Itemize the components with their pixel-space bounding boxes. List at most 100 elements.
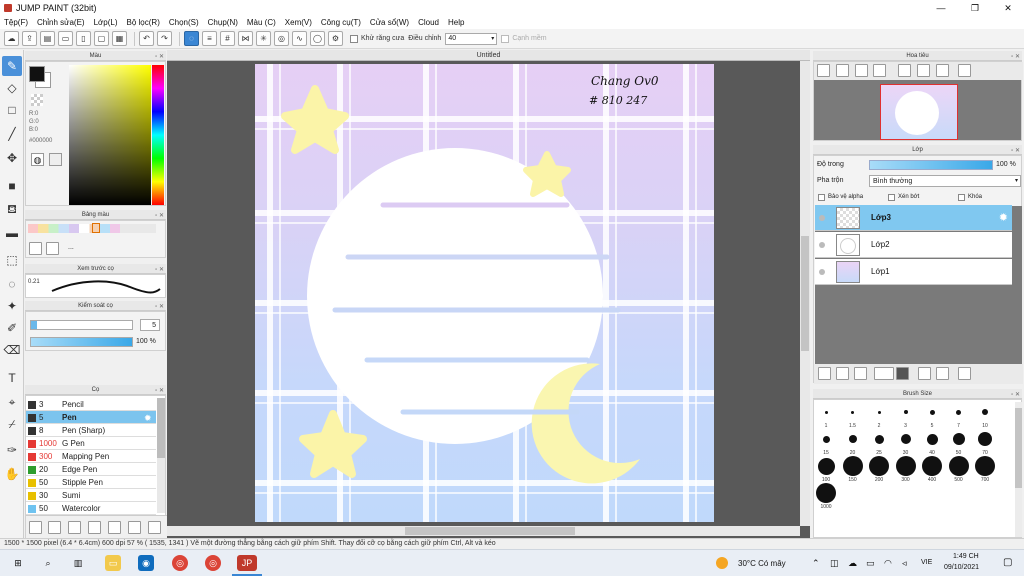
- dropper-icon[interactable]: [49, 153, 62, 166]
- perspective-icon[interactable]: ⋈: [238, 31, 253, 46]
- brush-size-option[interactable]: [817, 457, 835, 475]
- clipping-checkbox[interactable]: [888, 194, 895, 201]
- brush-size-option[interactable]: [869, 456, 889, 476]
- menu-capture[interactable]: Chụp(N): [208, 18, 238, 27]
- primary-color-swatch[interactable]: [29, 66, 45, 82]
- zoom-out-icon[interactable]: [817, 64, 830, 77]
- visibility-icon[interactable]: [819, 215, 825, 221]
- move-tool-icon[interactable]: ✥: [2, 148, 22, 168]
- layer-settings-icon[interactable]: ✹: [999, 211, 1008, 224]
- layer-row-2[interactable]: Lớp2: [815, 232, 1012, 258]
- navigator-thumbnail[interactable]: [880, 84, 958, 140]
- lock-checkbox[interactable]: [958, 194, 965, 201]
- menu-select[interactable]: Chọn(S): [169, 18, 199, 27]
- shape-icon[interactable]: ◯: [310, 31, 325, 46]
- brush-size-slider[interactable]: [30, 320, 133, 330]
- layer-row-1[interactable]: Lớp1: [815, 259, 1012, 285]
- soft-edge-checkbox[interactable]: [501, 34, 510, 43]
- brush-add-icon[interactable]: [48, 521, 61, 534]
- brush-item[interactable]: 50 Watercolor: [26, 502, 156, 515]
- brush-size-scrollbar[interactable]: [1015, 402, 1022, 537]
- search-icon[interactable]: ⌕: [40, 555, 56, 571]
- jump-paint-taskbar-icon[interactable]: JP: [237, 555, 257, 571]
- rotate-right-icon[interactable]: [936, 64, 949, 77]
- volume-icon[interactable]: ◃: [902, 558, 907, 569]
- menu-color[interactable]: Màu (C): [247, 18, 276, 27]
- delete-palette-icon[interactable]: [46, 242, 59, 255]
- chrome-icon[interactable]: ◎: [172, 555, 188, 571]
- brush-delete-icon[interactable]: [148, 521, 161, 534]
- wifi-icon[interactable]: ◠: [884, 558, 892, 569]
- onedrive-icon[interactable]: ☁: [848, 558, 857, 569]
- brush-item[interactable]: 20 Edge Pen: [26, 463, 156, 476]
- visibility-icon[interactable]: [819, 269, 825, 275]
- select-eraser-icon[interactable]: ⌫: [2, 340, 22, 360]
- new-layer-icon[interactable]: [818, 367, 831, 380]
- brush-size-option[interactable]: [922, 456, 942, 476]
- tray-chevron-icon[interactable]: ⌃: [812, 558, 820, 569]
- brush-size-option[interactable]: [895, 456, 916, 476]
- radial-icon[interactable]: ✳: [256, 31, 271, 46]
- brush-size-option[interactable]: [822, 435, 830, 443]
- text-tool-icon[interactable]: T: [2, 368, 22, 388]
- brush-size-option[interactable]: [816, 483, 836, 503]
- brush-item[interactable]: 5 Pen: [26, 411, 156, 424]
- saturation-value-square[interactable]: [69, 65, 151, 205]
- brush-size-option[interactable]: [824, 410, 828, 414]
- windows-start-icon[interactable]: ⊞: [10, 555, 26, 571]
- zoom-actual-icon[interactable]: [873, 64, 886, 77]
- file-explorer-icon[interactable]: ▭: [105, 555, 121, 571]
- task-view-icon[interactable]: ▥: [70, 555, 86, 571]
- flip-icon[interactable]: [958, 64, 971, 77]
- brush-size-option[interactable]: [874, 434, 884, 444]
- visibility-icon[interactable]: [819, 242, 825, 248]
- save-icon[interactable]: ▤: [40, 31, 55, 46]
- redo-icon[interactable]: ↷: [157, 31, 172, 46]
- gradient-tool-icon[interactable]: ▬: [2, 223, 22, 243]
- menu-window[interactable]: Cửa sổ(W): [370, 18, 409, 27]
- layer-folder-icon[interactable]: [896, 367, 909, 380]
- brush-item[interactable]: 30 Sumi: [26, 489, 156, 502]
- export-icon[interactable]: ▦: [112, 31, 127, 46]
- menu-layer[interactable]: Lớp(L): [94, 18, 118, 27]
- cloud-icon[interactable]: ☁: [4, 31, 19, 46]
- brush-copy-icon[interactable]: [68, 521, 81, 534]
- grid-icon[interactable]: #: [220, 31, 235, 46]
- minimize-button[interactable]: —: [926, 0, 956, 16]
- page-icon[interactable]: ▢: [94, 31, 109, 46]
- concentric-icon[interactable]: ◎: [274, 31, 289, 46]
- menu-tools[interactable]: Công cụ(T): [321, 18, 361, 27]
- document-icon[interactable]: ▯: [76, 31, 91, 46]
- delete-layer-icon[interactable]: [958, 367, 971, 380]
- menu-file[interactable]: Tệp(F): [4, 18, 28, 27]
- palette-more[interactable]: ...: [68, 244, 74, 251]
- fit-view-icon[interactable]: [855, 64, 868, 77]
- eraser-tool-icon[interactable]: ◇: [2, 78, 22, 98]
- palette-selected-swatch[interactable]: [92, 223, 100, 233]
- layer-menu-icon[interactable]: [874, 367, 894, 380]
- brush-list-scrollbar[interactable]: [157, 398, 165, 513]
- brush-duplicate-icon[interactable]: [108, 521, 121, 534]
- antialias-checkbox[interactable]: [350, 34, 358, 43]
- brush-size-option[interactable]: [956, 409, 961, 415]
- brush-size-option[interactable]: [929, 409, 935, 415]
- drawing-canvas[interactable]: Chang Ov0 # 810 247: [255, 64, 714, 522]
- brush-item[interactable]: 50 Stipple Pen: [26, 476, 156, 489]
- brush-size-option[interactable]: [952, 433, 965, 445]
- battery-icon[interactable]: ▭: [866, 558, 875, 569]
- transparent-color-swatch[interactable]: [31, 94, 43, 106]
- document-tab[interactable]: Untitled: [167, 50, 810, 61]
- fill-rect-tool-icon[interactable]: ■: [2, 176, 22, 196]
- menu-edit[interactable]: Chỉnh sửa(E): [37, 18, 85, 27]
- weather-icon[interactable]: [716, 557, 728, 569]
- protect-alpha-checkbox[interactable]: [818, 194, 825, 201]
- brush-item[interactable]: 3 Pencil: [26, 398, 156, 411]
- brush-settings-gear-icon[interactable]: ✹: [144, 413, 152, 424]
- vertical-scrollbar[interactable]: [800, 61, 810, 526]
- menu-help[interactable]: Help: [448, 18, 464, 27]
- brush-settings-icon[interactable]: [29, 521, 42, 534]
- line-tool-icon[interactable]: ╱: [2, 124, 22, 144]
- language-indicator[interactable]: VIE: [921, 559, 932, 566]
- merge-layer-icon[interactable]: [936, 367, 949, 380]
- pick-tool-icon[interactable]: ✑: [2, 440, 22, 460]
